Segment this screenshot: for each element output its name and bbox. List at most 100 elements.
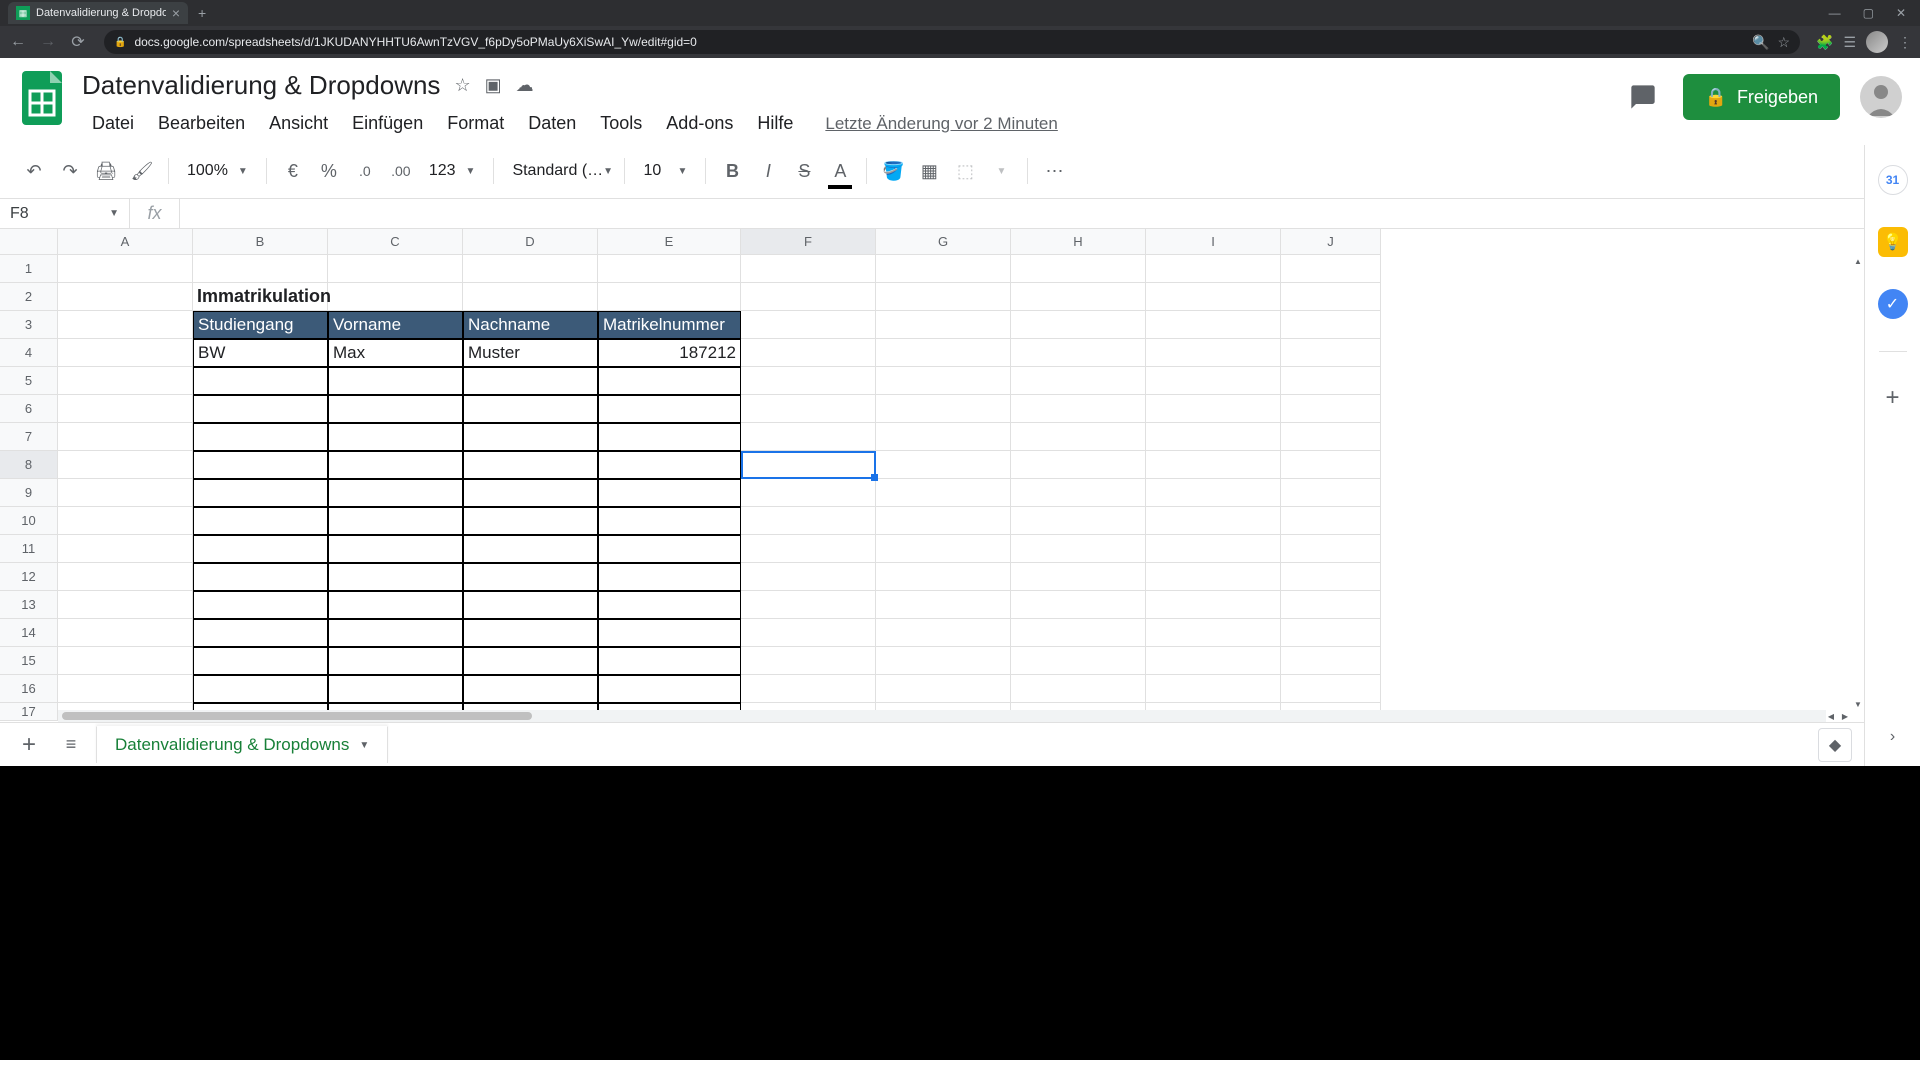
- all-sheets-button[interactable]: ≡: [54, 734, 88, 755]
- row-header-3[interactable]: 3: [0, 311, 58, 339]
- cell-J5[interactable]: [1281, 367, 1381, 395]
- cell-B3[interactable]: Studiengang: [193, 311, 328, 339]
- comments-button[interactable]: [1623, 77, 1663, 117]
- browser-tab[interactable]: ▦ Datenvalidierung & Dropdowns ×: [8, 2, 188, 24]
- cell-C8[interactable]: [328, 451, 463, 479]
- cell-E16[interactable]: [598, 675, 741, 703]
- vertical-scrollbar[interactable]: ▲ ▼: [1852, 255, 1864, 710]
- close-tab-icon[interactable]: ×: [172, 5, 180, 21]
- move-doc-icon[interactable]: ▣: [485, 75, 502, 96]
- cell-G11[interactable]: [876, 535, 1011, 563]
- cell-F3[interactable]: [741, 311, 876, 339]
- text-color-button[interactable]: A: [824, 155, 856, 187]
- cell-I16[interactable]: [1146, 675, 1281, 703]
- cell-C3[interactable]: Vorname: [328, 311, 463, 339]
- cell-I5[interactable]: [1146, 367, 1281, 395]
- italic-button[interactable]: I: [752, 155, 784, 187]
- cell-I4[interactable]: [1146, 339, 1281, 367]
- extensions-icon[interactable]: 🧩: [1816, 34, 1833, 51]
- cell-E10[interactable]: [598, 507, 741, 535]
- sheet-tab-menu-icon[interactable]: ▼: [359, 740, 369, 751]
- add-sheet-button[interactable]: +: [12, 731, 46, 759]
- col-header-I[interactable]: I: [1146, 229, 1281, 255]
- cell-J10[interactable]: [1281, 507, 1381, 535]
- cell-C7[interactable]: [328, 423, 463, 451]
- cell-E1[interactable]: [598, 255, 741, 283]
- cell-F8[interactable]: [741, 451, 876, 479]
- cell-J8[interactable]: [1281, 451, 1381, 479]
- cell-H6[interactable]: [1011, 395, 1146, 423]
- strikethrough-button[interactable]: S: [788, 155, 820, 187]
- menu-ansicht[interactable]: Ansicht: [259, 109, 338, 138]
- cell-C9[interactable]: [328, 479, 463, 507]
- cell-A7[interactable]: [58, 423, 193, 451]
- col-header-E[interactable]: E: [598, 229, 741, 255]
- cell-B15[interactable]: [193, 647, 328, 675]
- sheets-logo[interactable]: [18, 66, 66, 130]
- cell-E4[interactable]: 187212: [598, 339, 741, 367]
- cell-G3[interactable]: [876, 311, 1011, 339]
- cell-B8[interactable]: [193, 451, 328, 479]
- print-button[interactable]: 🖨: [90, 155, 122, 187]
- cell-F2[interactable]: [741, 283, 876, 311]
- last-edit-link[interactable]: Letzte Änderung vor 2 Minuten: [825, 114, 1057, 134]
- cell-D8[interactable]: [463, 451, 598, 479]
- cell-H8[interactable]: [1011, 451, 1146, 479]
- cell-H11[interactable]: [1011, 535, 1146, 563]
- cell-A16[interactable]: [58, 675, 193, 703]
- cell-E11[interactable]: [598, 535, 741, 563]
- cell-A3[interactable]: [58, 311, 193, 339]
- cell-D9[interactable]: [463, 479, 598, 507]
- more-toolbar-button[interactable]: ⋯: [1038, 155, 1070, 187]
- currency-button[interactable]: €: [277, 155, 309, 187]
- cell-G6[interactable]: [876, 395, 1011, 423]
- cell-E14[interactable]: [598, 619, 741, 647]
- cell-G16[interactable]: [876, 675, 1011, 703]
- borders-button[interactable]: ▦: [913, 155, 945, 187]
- cell-H2[interactable]: [1011, 283, 1146, 311]
- cell-F4[interactable]: [741, 339, 876, 367]
- percent-button[interactable]: %: [313, 155, 345, 187]
- maximize-icon[interactable]: ▢: [1863, 6, 1874, 20]
- cell-B5[interactable]: [193, 367, 328, 395]
- cell-B12[interactable]: [193, 563, 328, 591]
- zoom-select[interactable]: 100% ▼: [179, 158, 256, 184]
- row-header-2[interactable]: 2: [0, 283, 58, 311]
- url-box[interactable]: 🔒 docs.google.com/spreadsheets/d/1JKUDAN…: [104, 30, 1800, 54]
- sheet-tab[interactable]: Datenvalidierung & Dropdowns ▼: [96, 726, 388, 763]
- cell-D11[interactable]: [463, 535, 598, 563]
- cell-F9[interactable]: [741, 479, 876, 507]
- cell-H16[interactable]: [1011, 675, 1146, 703]
- scroll-thumb[interactable]: [62, 712, 532, 720]
- number-format-select[interactable]: 123 ▼: [421, 158, 484, 184]
- increase-decimal-button[interactable]: .00: [385, 155, 417, 187]
- reading-list-icon[interactable]: ☰: [1843, 34, 1856, 51]
- row-header-12[interactable]: 12: [0, 563, 58, 591]
- cell-J14[interactable]: [1281, 619, 1381, 647]
- calendar-icon[interactable]: 31: [1878, 165, 1908, 195]
- cell-F6[interactable]: [741, 395, 876, 423]
- cell-C4[interactable]: Max: [328, 339, 463, 367]
- row-header-11[interactable]: 11: [0, 535, 58, 563]
- cell-D12[interactable]: [463, 563, 598, 591]
- cell-H10[interactable]: [1011, 507, 1146, 535]
- minimize-icon[interactable]: —: [1829, 6, 1841, 20]
- row-header-10[interactable]: 10: [0, 507, 58, 535]
- row-header-8[interactable]: 8: [0, 451, 58, 479]
- cell-F11[interactable]: [741, 535, 876, 563]
- row-header-16[interactable]: 16: [0, 675, 58, 703]
- hide-sidepanel-icon[interactable]: ›: [1890, 728, 1895, 746]
- cell-J3[interactable]: [1281, 311, 1381, 339]
- cell-G12[interactable]: [876, 563, 1011, 591]
- cell-J11[interactable]: [1281, 535, 1381, 563]
- cell-C2[interactable]: [328, 283, 463, 311]
- horizontal-scrollbar[interactable]: [58, 710, 1826, 722]
- cell-I15[interactable]: [1146, 647, 1281, 675]
- row-header-9[interactable]: 9: [0, 479, 58, 507]
- cell-H9[interactable]: [1011, 479, 1146, 507]
- cell-J2[interactable]: [1281, 283, 1381, 311]
- merge-cells-button[interactable]: ⬚: [949, 155, 981, 187]
- paint-format-button[interactable]: 🖌: [126, 155, 158, 187]
- decrease-decimal-button[interactable]: .0: [349, 155, 381, 187]
- browser-profile-avatar[interactable]: [1866, 31, 1888, 53]
